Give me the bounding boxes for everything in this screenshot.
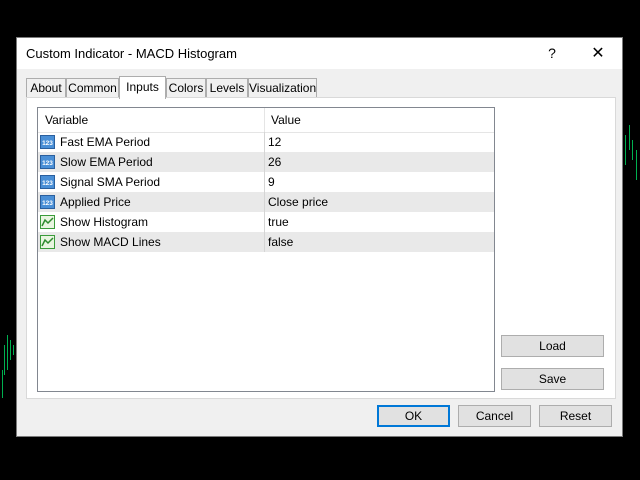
window-title: Custom Indicator - MACD Histogram (26, 46, 237, 61)
tab-visualization[interactable]: Visualization (248, 78, 317, 97)
table-row[interactable]: Show MACD Lines false (38, 232, 494, 252)
variable-value[interactable]: Close price (268, 192, 328, 212)
numeric-123-icon: 123 (40, 195, 55, 209)
variable-name: Fast EMA Period (60, 135, 151, 149)
cell-divider (264, 152, 265, 172)
chart-tick (625, 135, 626, 165)
table-row[interactable]: 123 Fast EMA Period 12 (38, 132, 494, 152)
variable-name: Applied Price (60, 195, 131, 209)
variable-name: Signal SMA Period (60, 175, 161, 189)
numeric-123-icon: 123 (40, 155, 55, 169)
numeric-123-icon: 123 (40, 135, 55, 149)
chart-tick (636, 150, 637, 180)
table-row[interactable]: 123 Applied Price Close price (38, 192, 494, 212)
svg-text:123: 123 (42, 160, 53, 167)
numeric-123-icon: 123 (40, 175, 55, 189)
inputs-grid: Variable Value 123 Fast EMA Period 12 12… (37, 107, 495, 392)
ok-button[interactable]: OK (377, 405, 450, 427)
tab-levels[interactable]: Levels (206, 78, 248, 97)
cell-divider (264, 172, 265, 192)
cell-divider (264, 132, 265, 152)
chart-tick (632, 140, 633, 160)
table-row[interactable]: 123 Slow EMA Period 26 (38, 152, 494, 172)
grid-header: Variable Value (38, 108, 494, 133)
chart-tick (7, 335, 8, 370)
table-row[interactable]: Show Histogram true (38, 212, 494, 232)
variable-value[interactable]: 26 (268, 152, 281, 172)
help-button[interactable]: ? (530, 38, 574, 69)
tab-about[interactable]: About (26, 78, 66, 97)
chart-tick (13, 345, 14, 355)
column-divider[interactable] (264, 108, 265, 132)
tab-inputs[interactable]: Inputs (119, 76, 166, 99)
cell-divider (264, 232, 265, 252)
tab-common[interactable]: Common (66, 78, 119, 97)
title-bar: Custom Indicator - MACD Histogram ? ✕ (17, 38, 622, 69)
cell-divider (264, 212, 265, 232)
cell-divider (264, 192, 265, 212)
variable-name: Show Histogram (60, 215, 149, 229)
load-button[interactable]: Load (501, 335, 604, 357)
indicator-dialog: Custom Indicator - MACD Histogram ? ✕ Ab… (16, 37, 623, 437)
cancel-button[interactable]: Cancel (458, 405, 531, 427)
chart-tick (4, 345, 5, 375)
save-button[interactable]: Save (501, 368, 604, 390)
reset-button[interactable]: Reset (539, 405, 612, 427)
svg-text:123: 123 (42, 140, 53, 147)
variable-name: Slow EMA Period (60, 155, 153, 169)
variable-name: Show MACD Lines (60, 235, 161, 249)
column-header-value[interactable]: Value (271, 108, 301, 132)
close-button[interactable]: ✕ (576, 38, 620, 69)
variable-value[interactable]: true (268, 212, 289, 232)
variable-value[interactable]: false (268, 232, 293, 252)
table-row[interactable]: 123 Signal SMA Period 9 (38, 172, 494, 192)
svg-text:123: 123 (42, 200, 53, 207)
variable-value[interactable]: 12 (268, 132, 281, 152)
boolean-chart-icon (40, 215, 55, 229)
boolean-chart-icon (40, 235, 55, 249)
chart-tick (2, 370, 3, 398)
variable-value[interactable]: 9 (268, 172, 275, 192)
tab-colors[interactable]: Colors (166, 78, 206, 97)
chart-tick (10, 340, 11, 360)
svg-text:123: 123 (42, 180, 53, 187)
chart-tick (629, 125, 630, 150)
column-header-variable[interactable]: Variable (45, 108, 88, 132)
